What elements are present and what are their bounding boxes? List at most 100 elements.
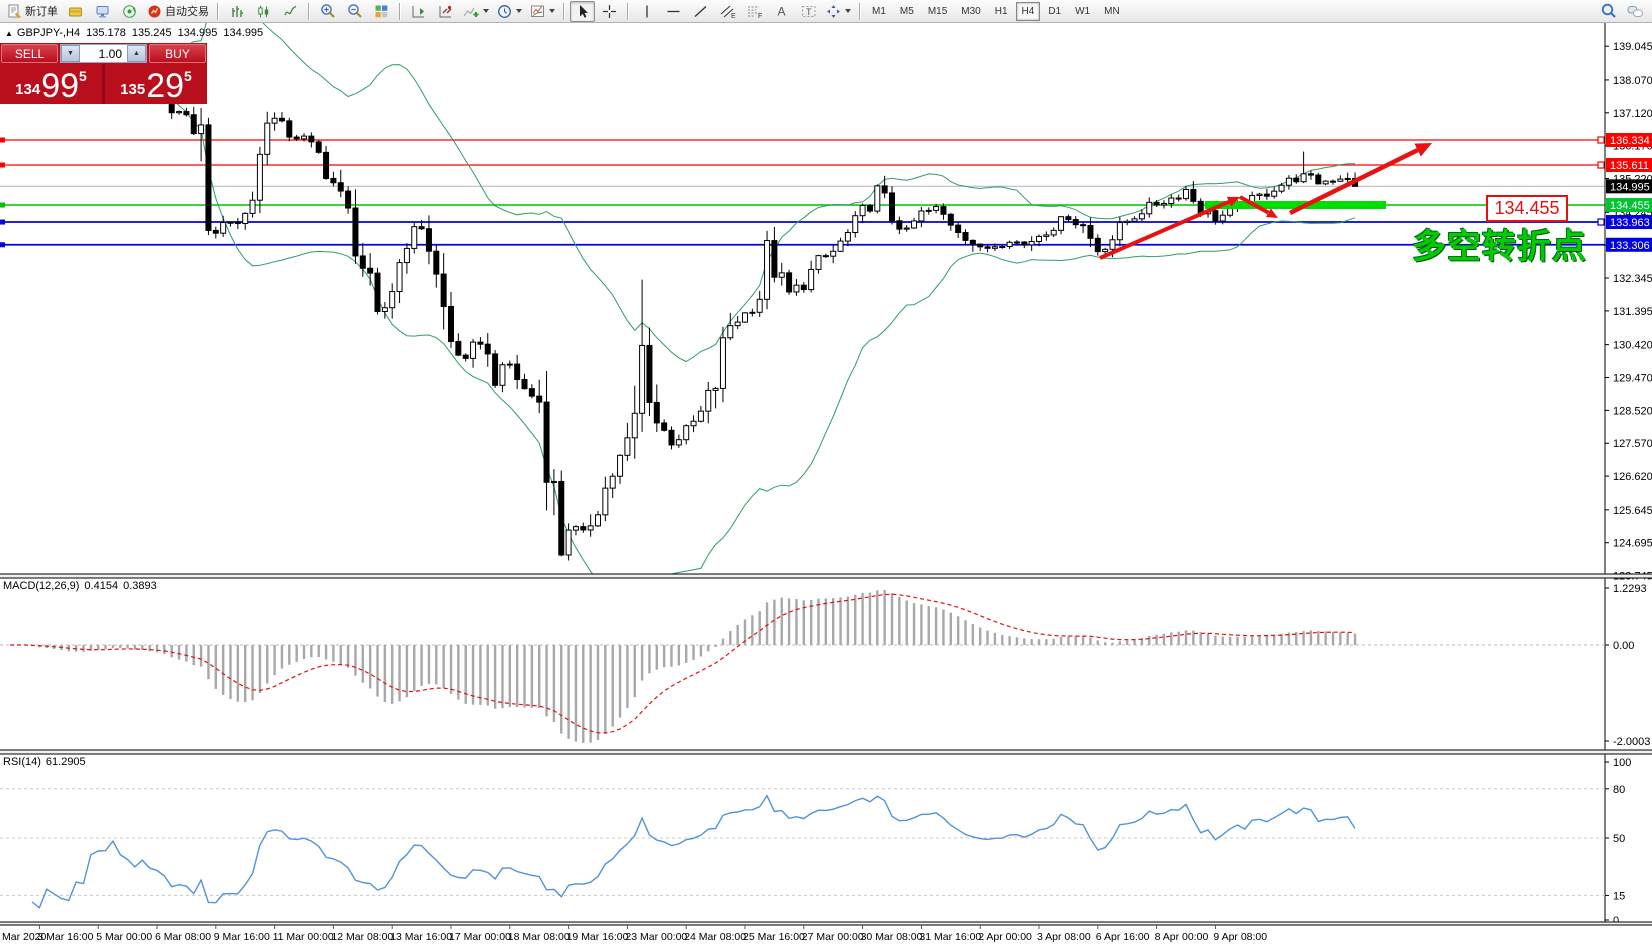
separator xyxy=(399,3,401,20)
svg-text:135.611: 135.611 xyxy=(1610,160,1649,172)
svg-text:131.395: 131.395 xyxy=(1613,306,1652,318)
rsi-line xyxy=(32,796,1355,908)
fibonacci-tool-button[interactable]: F xyxy=(742,1,767,22)
buy-price-small: 135 xyxy=(120,81,145,98)
tf-button-w1[interactable]: W1 xyxy=(1069,2,1096,21)
vertical-line-tool-button[interactable] xyxy=(634,1,659,22)
tf-button-h4[interactable]: H4 xyxy=(1016,2,1041,21)
symbol-info: ▲GBPJPY-,H4135.178135.245134.995134.995 xyxy=(5,27,269,39)
svg-text:25 Mar 16:00: 25 Mar 16:00 xyxy=(743,931,805,943)
trendline-tool-button[interactable] xyxy=(688,1,713,22)
text-label-tool-button[interactable]: T xyxy=(796,1,821,22)
tf-button-m15[interactable]: M15 xyxy=(922,2,953,21)
price-badge: 135.611 xyxy=(1606,158,1652,172)
clock-icon xyxy=(497,4,512,19)
sell-price[interactable]: 134995 xyxy=(0,64,102,104)
rsi-name: RSI(14) xyxy=(3,756,41,768)
volume-decrease-button[interactable]: ▼ xyxy=(61,45,80,62)
tf-button-h1[interactable]: H1 xyxy=(989,2,1014,21)
chart-annotations[interactable] xyxy=(1100,143,1432,258)
zoom-out-button[interactable] xyxy=(342,1,367,22)
cursor-tool-button[interactable] xyxy=(570,1,595,22)
svg-text:19 Mar 16:00: 19 Mar 16:00 xyxy=(567,931,629,943)
radar-icon xyxy=(122,4,137,19)
terminal-button[interactable] xyxy=(90,1,115,22)
separator xyxy=(627,3,629,20)
macd-signal-value: 0.3893 xyxy=(123,580,157,592)
price-badge: 133.963 xyxy=(1606,215,1652,229)
tf-button-m5[interactable]: M5 xyxy=(894,2,920,21)
svg-text:F: F xyxy=(758,13,762,19)
templates-button[interactable] xyxy=(527,1,558,22)
svg-text:80: 80 xyxy=(1613,784,1625,796)
auto-scroll-icon xyxy=(438,4,453,19)
volume-increase-button[interactable]: ▲ xyxy=(127,45,146,62)
price-level-annotation[interactable]: 134.455 xyxy=(1486,195,1568,222)
crosshair-tool-button[interactable] xyxy=(597,1,622,22)
macd-label: MACD(12,26,9)0.41540.3893 xyxy=(3,580,162,592)
auto-scroll-button[interactable] xyxy=(433,1,458,22)
svg-text:13 Mar 16:00: 13 Mar 16:00 xyxy=(390,931,452,943)
chat-icon xyxy=(1627,4,1644,19)
auto-trading-button[interactable]: 自动交易 xyxy=(144,1,212,22)
tf-button-mn[interactable]: MN xyxy=(1098,2,1126,21)
auto-trading-icon xyxy=(147,4,162,19)
sell-price-big: 99 xyxy=(41,71,79,101)
horizontal-line-tool-button[interactable] xyxy=(661,1,686,22)
time-axis[interactable]: Mar 20203 Mar 16:005 Mar 00:006 Mar 08:0… xyxy=(2,925,1267,943)
rsi-axis[interactable]: 1008050150 xyxy=(1605,757,1631,927)
new-order-button[interactable]: 新订单 xyxy=(4,1,61,22)
line-chart-mode-button[interactable] xyxy=(278,1,303,22)
zoom-in-button[interactable] xyxy=(315,1,340,22)
rsi-levels xyxy=(0,789,1605,896)
bar-chart-icon xyxy=(229,4,244,19)
svg-text:136.334: 136.334 xyxy=(1610,135,1650,147)
wallet-icon xyxy=(68,4,83,19)
market-watch-button[interactable] xyxy=(63,1,88,22)
svg-text:133.306: 133.306 xyxy=(1610,240,1650,252)
tf-button-m30[interactable]: M30 xyxy=(955,2,986,21)
computer-icon xyxy=(95,4,110,19)
symbol-name: GBPJPY-,H4 xyxy=(17,27,80,39)
sell-button[interactable]: SELL xyxy=(1,44,58,63)
buy-price[interactable]: 135295 xyxy=(105,64,207,104)
horizontal-line-objects[interactable] xyxy=(0,140,1605,245)
tile-windows-button[interactable] xyxy=(369,1,394,22)
fibonacci-icon: F xyxy=(747,4,763,19)
periods-button[interactable] xyxy=(494,1,525,22)
ohlc-close: 134.995 xyxy=(223,27,263,39)
tf-button-d1[interactable]: D1 xyxy=(1042,2,1067,21)
chart-shift-button[interactable] xyxy=(406,1,431,22)
line-handles[interactable] xyxy=(0,137,1604,247)
candlestick-mode-button[interactable] xyxy=(251,1,276,22)
trendline-icon xyxy=(693,4,708,19)
macd-axis[interactable]: 1.22930.00-2.0003 xyxy=(1605,583,1650,748)
one-click-trading-panel: SELL ▼ 1.00 ▲ BUY 134995 135295 xyxy=(0,43,207,104)
text-tool-button[interactable]: A xyxy=(769,1,794,22)
arrows-tool-button[interactable] xyxy=(823,1,854,22)
chart-canvas[interactable]: 139.045138.070137.120136.170135.220134.2… xyxy=(0,0,1652,947)
svg-text:T: T xyxy=(806,7,812,17)
search-button[interactable] xyxy=(1596,1,1621,22)
turning-point-annotation[interactable]: 多空转折点 xyxy=(1412,219,1587,268)
indicators-button[interactable] xyxy=(460,1,492,22)
equidistant-channel-tool-button[interactable]: E xyxy=(715,1,740,22)
svg-text:6 Apr 16:00: 6 Apr 16:00 xyxy=(1096,931,1150,943)
signals-button[interactable] xyxy=(117,1,142,22)
svg-text:137.120: 137.120 xyxy=(1613,108,1652,120)
rsi-label: RSI(14)61.2905 xyxy=(3,756,91,768)
bar-chart-mode-button[interactable] xyxy=(224,1,249,22)
buy-button[interactable]: BUY xyxy=(149,44,206,63)
bollinger-bands xyxy=(32,0,1355,588)
chat-button[interactable] xyxy=(1623,1,1648,22)
svg-text:134.455: 134.455 xyxy=(1610,200,1650,212)
chevron-down-icon xyxy=(845,9,851,13)
separator xyxy=(217,3,219,20)
vertical-line-icon xyxy=(641,4,653,19)
tf-button-m1[interactable]: M1 xyxy=(866,2,892,21)
svg-text:132.345: 132.345 xyxy=(1613,273,1652,285)
main-toolbar: 新订单 自动交易 E F A T M1M5M15M30H1H4D1W1MN xyxy=(0,0,1652,23)
chevron-down-icon xyxy=(549,9,555,13)
text-label-icon: T xyxy=(801,4,817,19)
volume-value[interactable]: 1.00 xyxy=(80,45,127,62)
